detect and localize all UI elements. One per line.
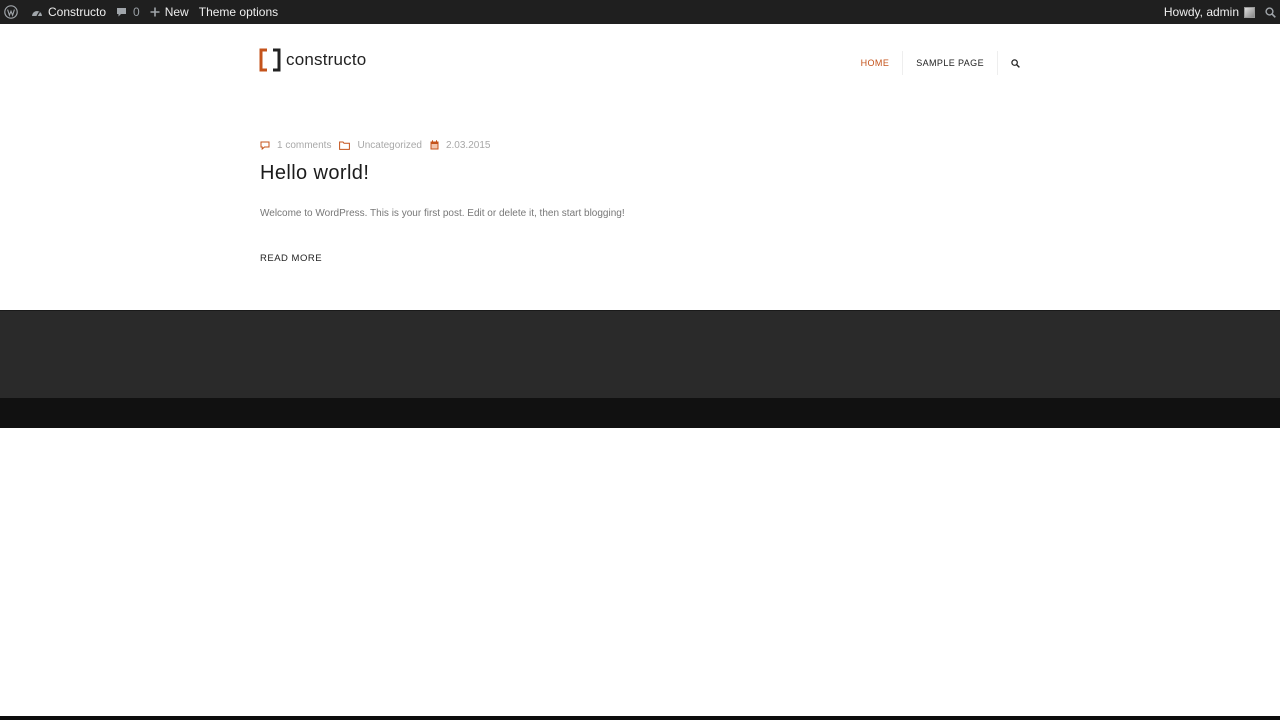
bottom-edge — [0, 716, 1280, 720]
comments-count: 0 — [133, 5, 140, 19]
account-menu-button[interactable]: Howdy, admin — [1159, 0, 1260, 24]
search-icon — [1011, 58, 1020, 68]
search-icon — [1265, 6, 1276, 18]
dashboard-icon — [32, 10, 42, 16]
wordpress-logo-icon — [4, 5, 18, 19]
post-comments-link[interactable]: 1 comments — [260, 140, 331, 151]
new-content-button[interactable]: New — [145, 0, 194, 24]
wordpress-menu-button[interactable] — [0, 0, 26, 24]
logo-text: constructo — [286, 50, 367, 69]
site-name-label: Constructo — [48, 5, 107, 19]
site-logo[interactable]: constructo — [259, 48, 366, 72]
admin-bar-left: Constructo 0 New Theme options — [0, 0, 283, 24]
comments-button[interactable]: 0 — [111, 0, 145, 24]
main-navigation: HOME SAMPLE PAGE — [848, 51, 1022, 75]
footer-bottom-bar — [0, 398, 1280, 428]
comment-icon — [260, 141, 270, 150]
site-name-button[interactable]: Constructo — [26, 0, 111, 24]
nav-item-home[interactable]: HOME — [848, 51, 904, 75]
avatar — [1244, 6, 1255, 18]
calendar-icon — [430, 140, 439, 150]
theme-options-button[interactable]: Theme options — [194, 0, 283, 24]
read-more-link[interactable]: READ MORE — [260, 253, 322, 264]
admin-bar: Constructo 0 New Theme options Howdy, ad… — [0, 0, 1280, 24]
bracket-logo-icon — [259, 48, 281, 72]
nav-item-sample-page[interactable]: SAMPLE PAGE — [903, 51, 998, 75]
post-article: 1 comments Uncategorized 2.03.2015 Hello… — [260, 138, 1020, 266]
post-date-link[interactable]: 2.03.2015 — [430, 139, 491, 151]
post-category: Uncategorized — [357, 139, 422, 151]
admin-bar-right: Howdy, admin — [1159, 0, 1280, 24]
admin-search-button[interactable] — [1260, 0, 1280, 24]
nav-search-button[interactable] — [998, 51, 1022, 75]
new-label: New — [164, 5, 189, 19]
folder-icon — [339, 141, 351, 150]
post-comments-count: 1 comments — [277, 139, 332, 151]
howdy-label: Howdy, admin — [1163, 5, 1239, 19]
post-date: 2.03.2015 — [445, 139, 491, 151]
post-meta: 1 comments Uncategorized 2.03.2015 — [260, 138, 1020, 152]
post-title[interactable]: Hello world! — [260, 162, 1020, 185]
theme-options-label: Theme options — [198, 5, 279, 19]
comment-bubble-icon — [117, 7, 127, 16]
post-category-link[interactable]: Uncategorized — [339, 139, 422, 151]
plus-icon — [150, 7, 160, 17]
footer-widgets-area — [0, 310, 1280, 398]
post-excerpt: Welcome to WordPress. This is your first… — [260, 208, 625, 219]
site-header: constructo HOME SAMPLE PAGE — [0, 24, 1280, 114]
